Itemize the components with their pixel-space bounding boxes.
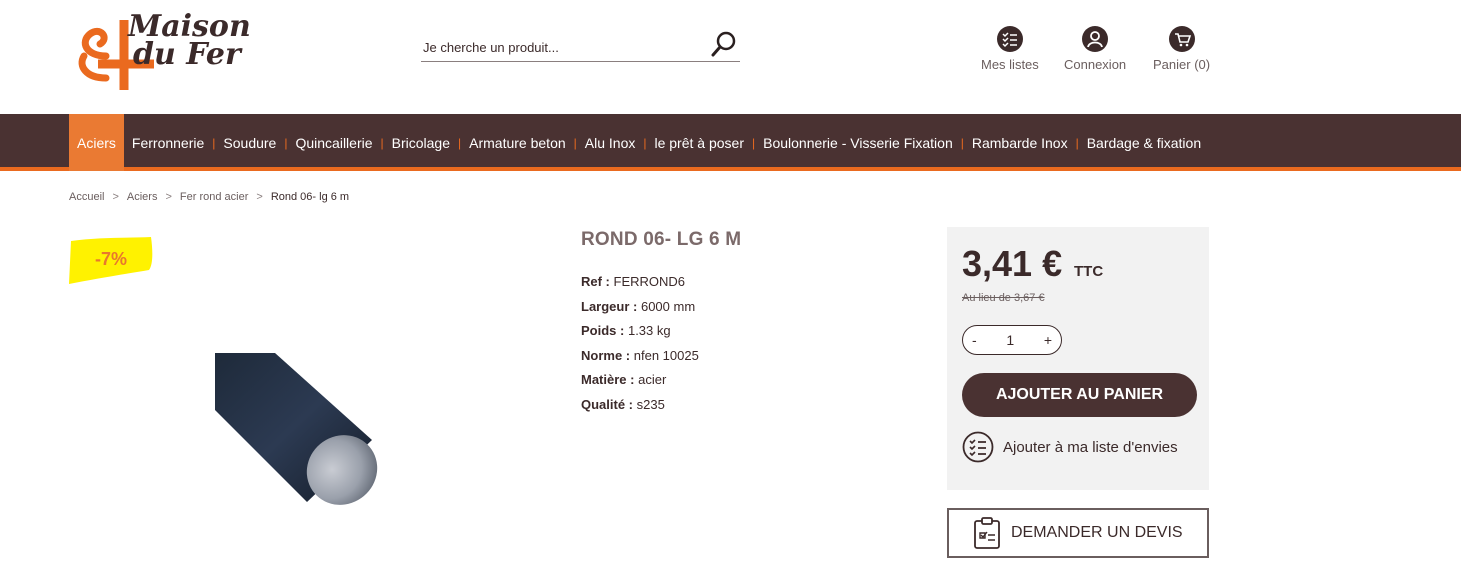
qty-increment-button[interactable]: + bbox=[1044, 332, 1052, 348]
spec-value: acier bbox=[638, 372, 667, 387]
search-input[interactable] bbox=[421, 30, 701, 60]
spec-label: Matière : bbox=[581, 372, 635, 387]
nav-item-armature-beton[interactable]: Armature beton bbox=[461, 114, 574, 171]
search-icon[interactable] bbox=[710, 30, 738, 58]
breadcrumb-fer-rond[interactable]: Fer rond acier bbox=[180, 191, 248, 203]
nav-item-bricolage[interactable]: Bricolage bbox=[384, 114, 458, 171]
breadcrumb-separator: > bbox=[112, 191, 119, 203]
spec-row: Norme : nfen 10025 bbox=[581, 346, 699, 371]
nav-item-alu-inox[interactable]: Alu Inox bbox=[577, 114, 644, 171]
spec-label: Poids : bbox=[581, 323, 625, 338]
nav-list: Aciers Ferronnerie | Soudure | Quincailler… bbox=[69, 114, 1209, 171]
price: 3,41 € bbox=[962, 243, 1063, 284]
login-label: Connexion bbox=[1064, 57, 1127, 72]
spec-value: 6000 mm bbox=[640, 298, 696, 314]
request-quote-label: DEMANDER UN DEVIS bbox=[1011, 524, 1183, 541]
my-lists-label: Mes listes bbox=[981, 57, 1039, 72]
nav-item-aciers[interactable]: Aciers bbox=[69, 114, 124, 171]
request-quote-button[interactable]: DEMANDER UN DEVIS bbox=[947, 508, 1209, 558]
wishlist-label: Ajouter à ma liste d'envies bbox=[1003, 438, 1178, 456]
spec-label: Qualité : bbox=[581, 396, 634, 412]
cart-link[interactable]: Panier (0) bbox=[1153, 26, 1210, 72]
tax-label: TTC bbox=[1074, 263, 1104, 280]
breadcrumb-separator: > bbox=[165, 191, 172, 203]
spec-row: Matière : acier bbox=[581, 370, 699, 395]
breadcrumb-separator: > bbox=[256, 191, 263, 203]
wishlist-checklist-icon bbox=[962, 431, 994, 463]
breadcrumb-aciers[interactable]: Aciers bbox=[127, 191, 158, 203]
user-icon bbox=[1082, 26, 1109, 52]
spec-row: Ref : FERROND6 bbox=[581, 272, 699, 297]
nav-item-pret-a-poser[interactable]: le prêt à poser bbox=[646, 114, 752, 171]
breadcrumb: Accueil > Aciers > Fer rond acier > Rond… bbox=[69, 191, 349, 203]
add-to-cart-button[interactable]: AJOUTER AU PANIER bbox=[962, 373, 1197, 417]
spec-value: nfen 10025 bbox=[633, 347, 699, 363]
spec-row: Largeur : 6000 mm bbox=[581, 297, 699, 322]
nav-item-bardage[interactable]: Bardage & fixation bbox=[1079, 114, 1209, 171]
spec-row: Qualité : s235 bbox=[581, 395, 699, 420]
cart-label: Panier (0) bbox=[1153, 57, 1211, 72]
spec-row: Poids : 1.33 kg bbox=[581, 321, 699, 346]
nav-item-rambarde-inox[interactable]: Rambarde Inox bbox=[964, 114, 1076, 171]
product-specs: Ref : FERROND6 Largeur : 6000 mm Poids :… bbox=[581, 272, 699, 419]
nav-item-boulonnerie[interactable]: Boulonnerie - Visserie Fixation bbox=[755, 114, 961, 171]
spec-value: s235 bbox=[636, 396, 665, 412]
quantity-stepper: - 1 + bbox=[962, 325, 1062, 355]
price-panel: 3,41 € TTC Au lieu de 3,67 € - 1 + AJOUT… bbox=[947, 227, 1209, 490]
spec-label: Norme : bbox=[581, 347, 631, 363]
nav-item-soudure[interactable]: Soudure bbox=[215, 114, 284, 171]
clipboard-icon bbox=[974, 517, 1000, 549]
cart-icon bbox=[1168, 26, 1195, 52]
brand-name-line2: du Fer bbox=[133, 37, 241, 72]
old-price: Au lieu de 3,67 € bbox=[962, 292, 1045, 304]
qty-decrement-button[interactable]: - bbox=[972, 332, 977, 348]
breadcrumb-current: Rond 06- lg 6 m bbox=[270, 191, 350, 203]
my-lists-link[interactable]: Mes listes bbox=[981, 26, 1039, 72]
nav-item-quincaillerie[interactable]: Quincaillerie bbox=[287, 114, 380, 171]
spec-label: Largeur : bbox=[581, 298, 638, 314]
product-title: ROND 06- LG 6 M bbox=[581, 229, 742, 250]
main-nav: Aciers Ferronnerie | Soudure | Quincailler… bbox=[0, 114, 1461, 171]
login-link[interactable]: Connexion bbox=[1064, 26, 1126, 72]
discount-badge-text: -7% bbox=[94, 249, 127, 269]
checklist-icon bbox=[996, 26, 1023, 52]
qty-value[interactable]: 1 bbox=[1006, 332, 1014, 348]
breadcrumb-home[interactable]: Accueil bbox=[69, 191, 104, 203]
product-image[interactable] bbox=[212, 350, 387, 510]
add-to-wishlist-link[interactable]: Ajouter à ma liste d'envies bbox=[962, 431, 1178, 463]
spec-label: Ref : bbox=[581, 274, 610, 289]
search-bar bbox=[421, 30, 740, 62]
spec-value: FERROND6 bbox=[613, 274, 686, 289]
nav-item-ferronnerie[interactable]: Ferronnerie bbox=[124, 114, 212, 171]
spec-value: 1.33 kg bbox=[627, 323, 671, 338]
